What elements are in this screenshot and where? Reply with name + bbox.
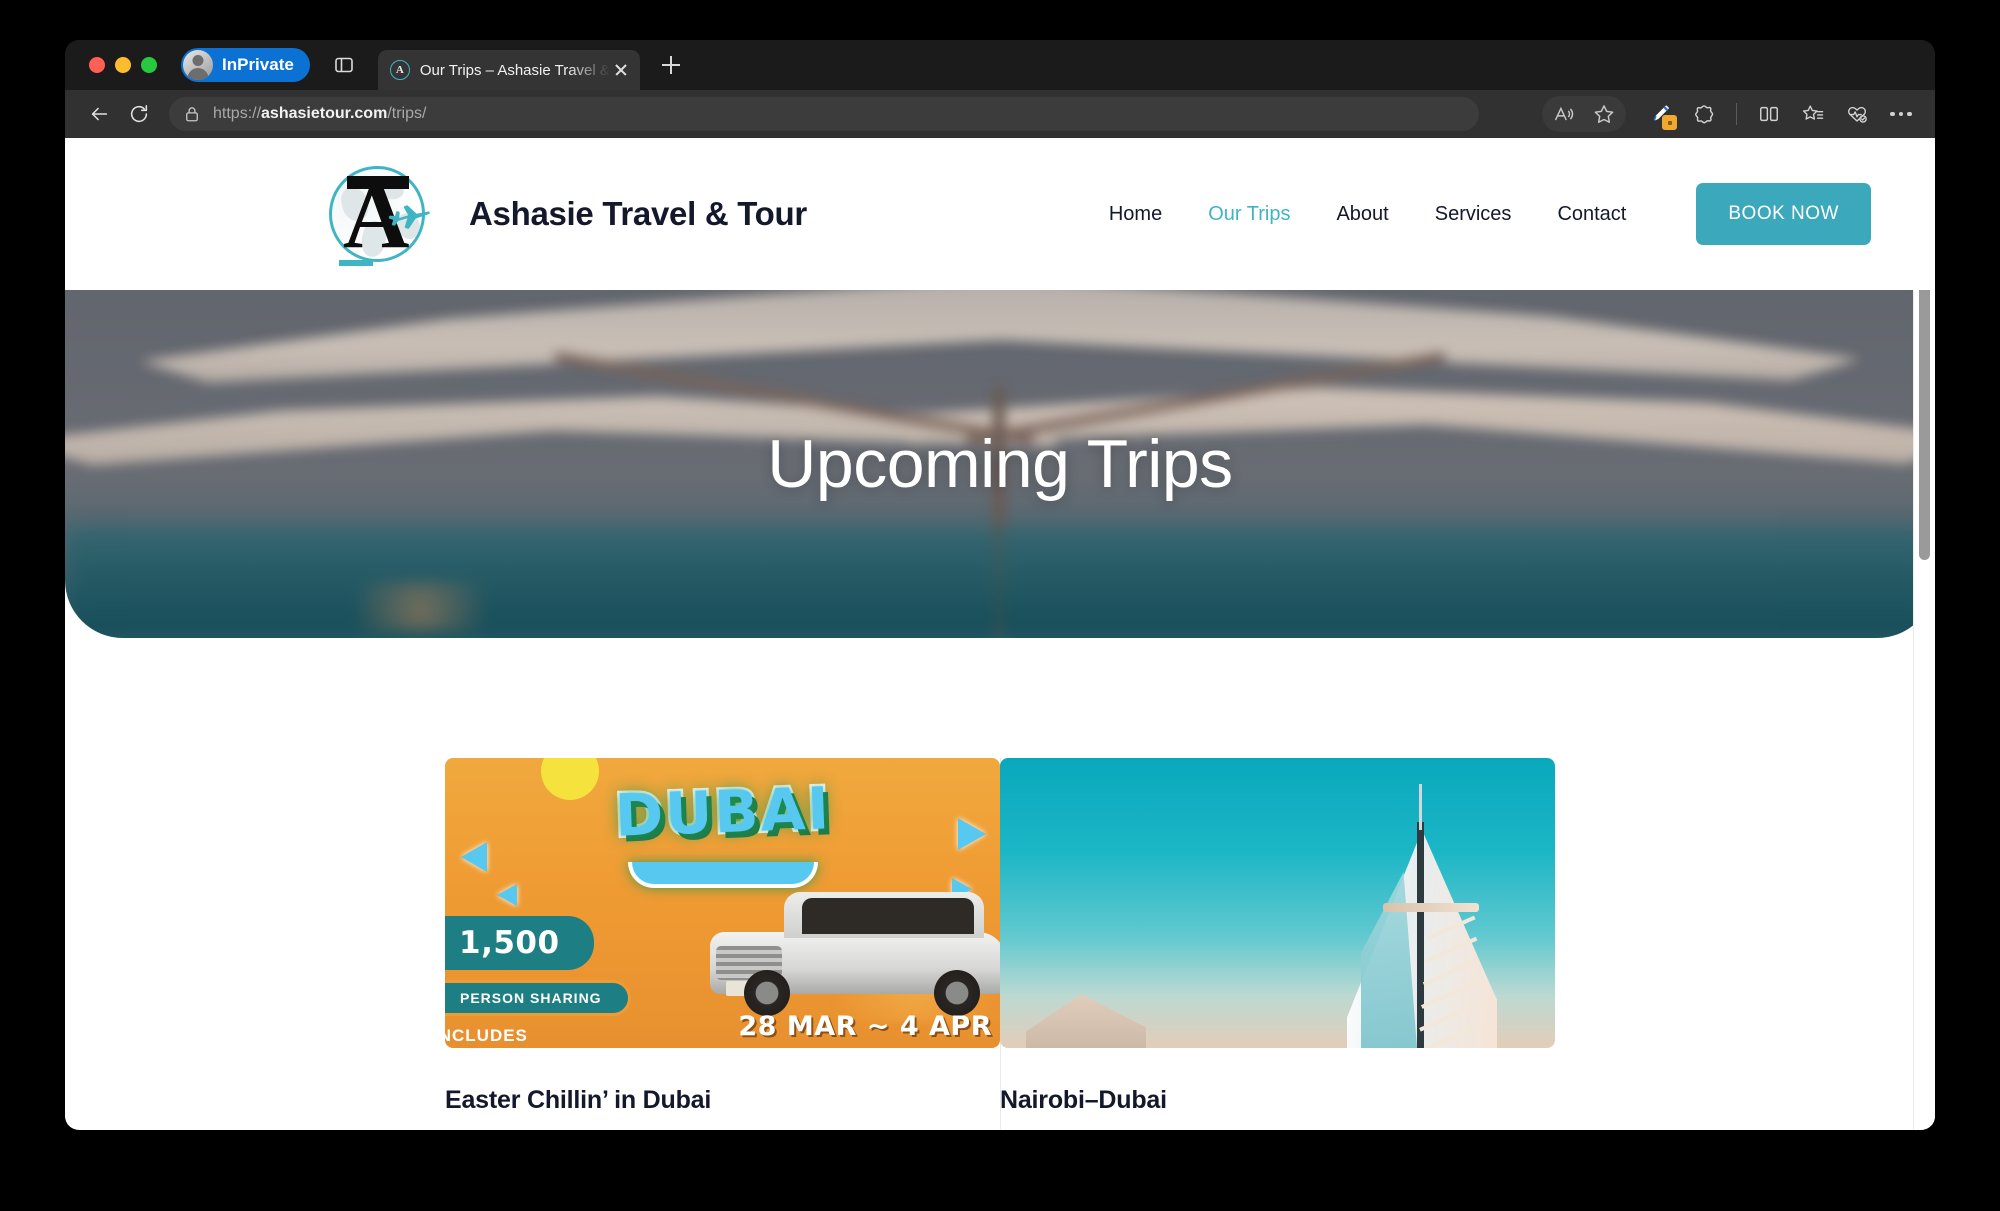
trip-title[interactable]: Easter Chillin’ in Dubai (445, 1086, 1000, 1115)
trips-grid: DUBAI 1,500 PERSON SHARING CLUDES 28 MAR… (385, 758, 1615, 1130)
poster-includes-text: INCLUDES (445, 1026, 528, 1045)
trip-poster-image[interactable] (1000, 758, 1555, 1048)
browser-window: InPrivate A Our Trips – Ashasie Travel &… (65, 40, 1935, 1130)
decor-triangle-icon (958, 818, 986, 850)
settings-and-more-icon[interactable] (1881, 96, 1921, 132)
page-title: Upcoming Trips (767, 426, 1233, 502)
favorite-star-icon[interactable] (1584, 96, 1624, 132)
trip-title[interactable]: Nairobi–Dubai (1000, 1086, 1555, 1115)
nav-item-about[interactable]: About (1336, 203, 1388, 226)
nav-item-our-trips[interactable]: Our Trips (1208, 203, 1290, 226)
ellipsis-glyph (1890, 111, 1912, 117)
highlighter-pen-icon[interactable] (1640, 96, 1680, 132)
sun-graphic (541, 758, 599, 800)
split-screen-icon[interactable] (1749, 96, 1789, 132)
background-building-graphic (1026, 994, 1146, 1048)
collections-icon[interactable] (1793, 96, 1833, 132)
site-navigation: Home Our Trips About Services Contact BO… (1109, 183, 1871, 245)
inprivate-profile-badge[interactable]: InPrivate (181, 48, 310, 82)
trip-poster-image[interactable]: DUBAI 1,500 PERSON SHARING CLUDES 28 MAR… (445, 758, 1000, 1048)
window-controls (89, 57, 157, 73)
copilot-icon[interactable] (1684, 96, 1724, 132)
ashasie-logo-icon: A (325, 162, 430, 266)
poster-price-badge: 1,500 (445, 916, 594, 970)
profile-avatar-icon (183, 50, 213, 80)
browser-essentials-icon[interactable] (1837, 96, 1877, 132)
lock-icon (186, 107, 198, 122)
toolbar-separator (1736, 103, 1737, 125)
brand-logo[interactable]: A Ashasie Travel & Tour (325, 162, 807, 266)
browser-tab[interactable]: A Our Trips – Ashasie Travel & To (377, 50, 640, 90)
nav-item-services[interactable]: Services (1435, 203, 1512, 226)
minimize-window-button[interactable] (115, 57, 131, 73)
close-window-button[interactable] (89, 57, 105, 73)
nav-item-contact[interactable]: Contact (1557, 203, 1626, 226)
trip-card[interactable]: DUBAI 1,500 PERSON SHARING CLUDES 28 MAR… (385, 758, 1000, 1115)
trips-section: DUBAI 1,500 PERSON SHARING CLUDES 28 MAR… (65, 638, 1935, 1130)
back-icon[interactable] (79, 94, 119, 134)
trip-card[interactable]: Nairobi–Dubai (1000, 758, 1615, 1115)
poster-headline: DUBAI (611, 772, 834, 852)
airplane-icon (388, 205, 430, 229)
book-now-button[interactable]: BOOK NOW (1696, 183, 1871, 245)
url-text: https://ashasietour.com/trips/ (213, 105, 427, 122)
inprivate-label: InPrivate (222, 55, 294, 74)
poster-price-note: PERSON SHARING (445, 980, 631, 1016)
tab-strip: InPrivate A Our Trips – Ashasie Travel &… (65, 40, 1935, 90)
brand-name: Ashasie Travel & Tour (469, 195, 807, 232)
close-tab-icon[interactable] (610, 59, 632, 81)
burj-al-arab-graphic (1347, 784, 1497, 1048)
decor-triangle-icon (497, 884, 517, 906)
nav-item-home[interactable]: Home (1109, 203, 1162, 226)
site-favicon-icon: A (389, 60, 410, 80)
maximize-window-button[interactable] (141, 57, 157, 73)
read-aloud-icon[interactable] (1544, 96, 1584, 132)
new-tab-icon[interactable] (654, 48, 688, 82)
tab-title: Our Trips – Ashasie Travel & To (419, 61, 610, 79)
page-viewport: A Ashasie Travel & Tour Home Our Trips A… (65, 138, 1935, 1130)
poster-dates: 28 MAR ~ 4 APR (738, 1011, 992, 1042)
site-header: A Ashasie Travel & Tour Home Our Trips A… (65, 138, 1935, 290)
url-input[interactable]: https://ashasietour.com/trips/ (169, 97, 1479, 131)
highlighter-badge (1662, 115, 1677, 130)
tab-actions-icon[interactable] (326, 47, 362, 83)
read-and-favorite-group (1542, 96, 1626, 132)
reload-icon[interactable] (119, 94, 159, 134)
suv-graphic (710, 872, 1000, 1022)
browser-toolbar (1534, 96, 1921, 132)
decor-triangle-icon (461, 842, 487, 872)
hero-banner: Upcoming Trips (65, 290, 1935, 638)
address-bar: https://ashasietour.com/trips/ (65, 90, 1935, 138)
